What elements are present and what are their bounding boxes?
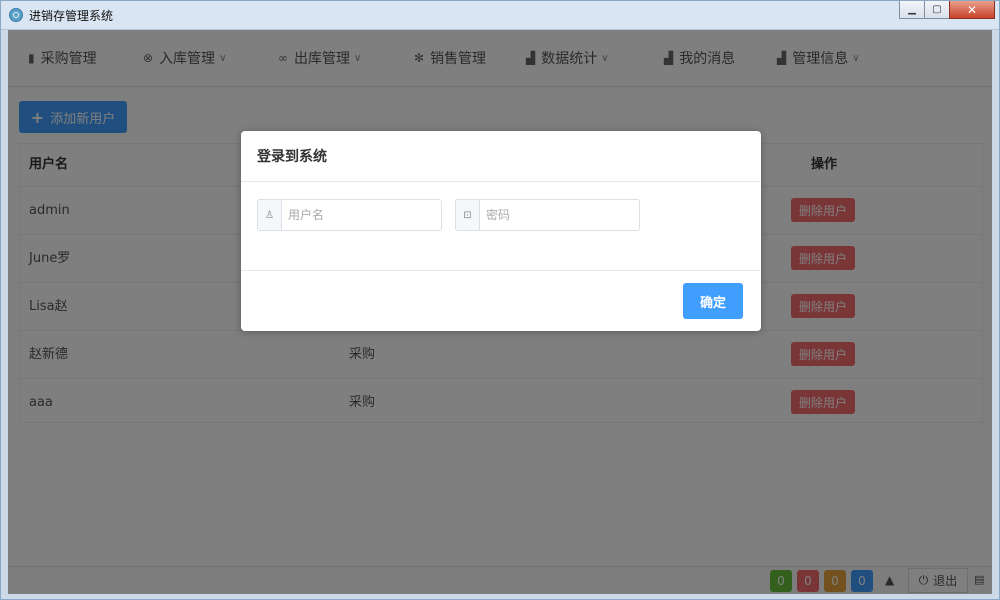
app-window: 进销存管理系统 ▁ ▢ ✕ ▮ 采购管理 ⊗ 入库管理 ∨ ∞ 出库管理 ∨ xyxy=(0,0,1000,600)
minimize-button[interactable]: ▁ xyxy=(899,1,925,19)
minimize-icon: ▁ xyxy=(908,4,916,15)
username-field: ♙ xyxy=(257,199,442,231)
close-icon: ✕ xyxy=(966,2,978,17)
lock-icon: ⊡ xyxy=(456,200,480,230)
dialog-footer: 确定 xyxy=(241,270,761,332)
window-title: 进销存管理系统 xyxy=(29,9,114,23)
title-bar: 进销存管理系统 ▁ ▢ ✕ xyxy=(1,1,999,30)
dialog-header: 登录到系统 xyxy=(241,131,761,182)
confirm-button[interactable]: 确定 xyxy=(683,283,743,319)
login-dialog: 登录到系统 ♙ ⊡ 确定 xyxy=(241,131,761,331)
client-area: ▮ 采购管理 ⊗ 入库管理 ∨ ∞ 出库管理 ∨ ✻ 销售管理 ▟ 数据统计 ∨ xyxy=(8,30,992,594)
username-input[interactable] xyxy=(288,206,433,224)
maximize-icon: ▢ xyxy=(932,4,942,15)
password-input[interactable] xyxy=(486,206,631,224)
window-controls: ▁ ▢ ✕ xyxy=(899,1,995,21)
maximize-button[interactable]: ▢ xyxy=(924,1,950,19)
close-button[interactable]: ✕ xyxy=(949,1,995,19)
app-logo-icon xyxy=(9,8,23,22)
password-field: ⊡ xyxy=(455,199,640,231)
user-icon: ♙ xyxy=(258,200,282,230)
dialog-title: 登录到系统 xyxy=(257,149,327,165)
